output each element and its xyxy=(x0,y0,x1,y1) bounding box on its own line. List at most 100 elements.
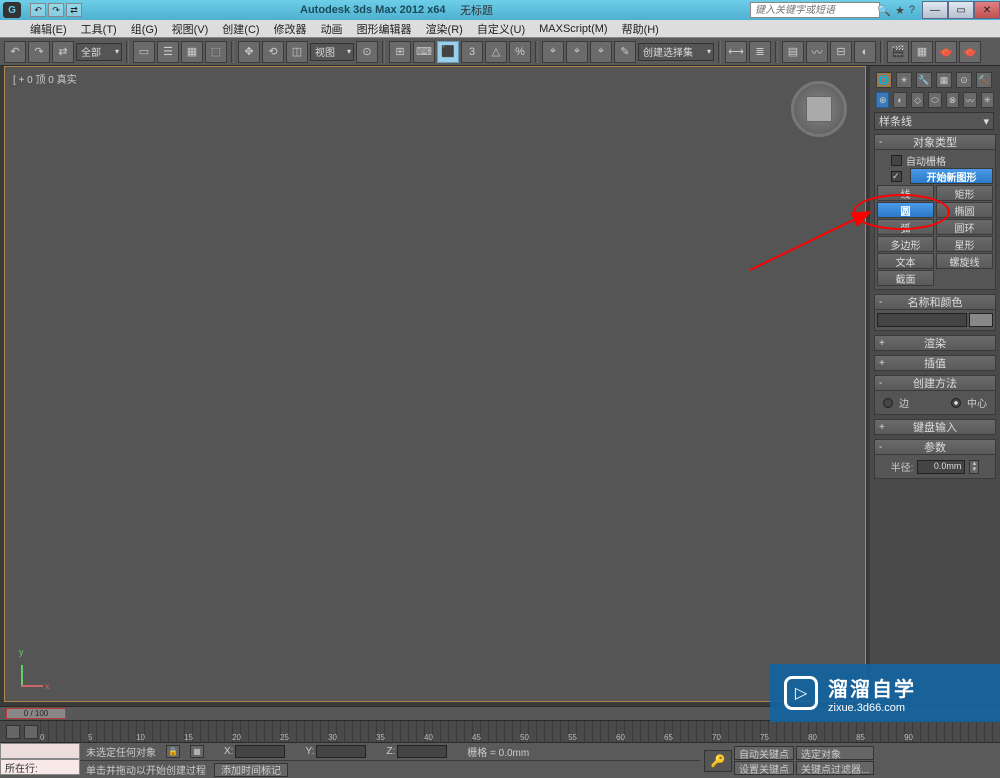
trackbar-icon2[interactable] xyxy=(24,725,38,739)
auto-key-button[interactable]: 自动关键点 xyxy=(734,746,794,760)
rollout-name-color[interactable]: -名称和颜色 xyxy=(874,294,996,310)
selset-filter[interactable]: 选定对象 xyxy=(796,746,874,760)
category-dropdown[interactable]: 样条线▾ xyxy=(874,112,994,130)
snap-25d-button[interactable]: ⌖ xyxy=(566,41,588,63)
window-crossing-button[interactable]: ⬚ xyxy=(205,41,227,63)
viewcube[interactable] xyxy=(791,81,847,137)
infocenter-icon[interactable]: 🔍 xyxy=(877,4,891,17)
line-button[interactable]: 线 xyxy=(877,185,934,201)
util-icon[interactable]: 🔨 xyxy=(976,72,992,88)
app-logo[interactable]: G xyxy=(3,2,21,18)
minimize-button[interactable]: — xyxy=(922,1,948,19)
rollout-params[interactable]: -参数 xyxy=(874,439,996,455)
percent-snap-button[interactable]: △ xyxy=(485,41,507,63)
motion-icon[interactable]: ⊙ xyxy=(956,72,972,88)
object-name-input[interactable] xyxy=(877,313,967,327)
menu-customize[interactable]: 自定义(U) xyxy=(477,21,525,37)
helix-button[interactable]: 螺旋线 xyxy=(936,253,993,269)
pivot-button[interactable]: ⊙ xyxy=(356,41,378,63)
menu-rendering[interactable]: 渲染(R) xyxy=(426,21,463,37)
render-frame-button[interactable]: ▦ xyxy=(911,41,933,63)
menu-edit[interactable]: 编辑(E) xyxy=(30,21,67,37)
ellipse-button[interactable]: 椭圆 xyxy=(936,202,993,218)
object-color-swatch[interactable] xyxy=(969,313,993,327)
help-icon[interactable]: ? xyxy=(909,4,915,17)
angle-snap-button[interactable]: 3 xyxy=(461,41,483,63)
qat-redo[interactable]: ↷ xyxy=(48,3,64,17)
menu-maxscript[interactable]: MAXScript(M) xyxy=(539,23,607,35)
layer-manager-button[interactable]: ▤ xyxy=(782,41,804,63)
schematic-button[interactable]: ⊟ xyxy=(830,41,852,63)
menu-tools[interactable]: 工具(T) xyxy=(81,21,117,37)
section-button[interactable]: 截面 xyxy=(877,270,934,286)
systems-tab-icon[interactable]: 〰 xyxy=(963,92,976,108)
curve-editor-button[interactable]: 〰 xyxy=(806,41,828,63)
menu-view[interactable]: 视图(V) xyxy=(172,21,209,37)
tool-icon[interactable]: 🔧 xyxy=(916,72,932,88)
close-button[interactable]: ✕ xyxy=(974,1,1000,19)
favorites-icon[interactable]: ★ xyxy=(895,4,905,17)
radius-input[interactable]: 0.0mm xyxy=(917,460,965,474)
z-coord-input[interactable] xyxy=(397,745,447,758)
center-radio[interactable] xyxy=(951,398,961,408)
select-region-button[interactable]: ▦ xyxy=(181,41,203,63)
viewport[interactable]: [ + 0 顶 0 真实 yx xyxy=(4,66,866,702)
select-button[interactable]: ▭ xyxy=(133,41,155,63)
iso-icon[interactable]: ▦ xyxy=(190,745,204,758)
refcoord-dropdown[interactable]: 视图 xyxy=(310,43,354,61)
rectangle-button[interactable]: 矩形 xyxy=(936,185,993,201)
layer-dropdown[interactable]: 全部 xyxy=(76,43,122,61)
rollout-object-type[interactable]: -对象类型 xyxy=(874,134,996,150)
redo-button[interactable]: ↷ xyxy=(28,41,50,63)
manip-button[interactable]: ⊞ xyxy=(389,41,411,63)
autogrid-checkbox[interactable] xyxy=(891,155,902,166)
link-button[interactable]: ⇄ xyxy=(52,41,74,63)
undo-button[interactable]: ↶ xyxy=(4,41,26,63)
start-new-shape-button[interactable]: 开始新图形 xyxy=(910,168,993,184)
radius-spinner[interactable]: ▴▾ xyxy=(969,460,979,474)
trackbar-icon[interactable] xyxy=(6,725,20,739)
maximize-button[interactable]: ▭ xyxy=(948,1,974,19)
modify-tab-icon[interactable]: ◐ xyxy=(893,92,906,108)
set-key-icon[interactable]: 🔑 xyxy=(704,750,732,772)
startnew-checkbox[interactable] xyxy=(891,171,902,182)
viewport-label[interactable]: [ + 0 顶 0 真实 xyxy=(13,71,77,86)
x-coord-input[interactable] xyxy=(235,745,285,758)
keymode-button[interactable]: ⌨ xyxy=(413,41,435,63)
world-icon[interactable]: 🌐 xyxy=(876,72,892,88)
time-slider-handle[interactable]: 0 / 100 xyxy=(6,708,66,719)
move-button[interactable]: ✥ xyxy=(238,41,260,63)
set-key-button[interactable]: 设置关键点 xyxy=(734,761,794,775)
edge-radio[interactable] xyxy=(883,398,893,408)
menu-modifiers[interactable]: 修改器 xyxy=(274,21,307,37)
text-button[interactable]: 文本 xyxy=(877,253,934,269)
lights-tab-icon[interactable]: ⊗ xyxy=(946,92,959,108)
shapes-tab-icon[interactable]: ⬭ xyxy=(928,92,941,108)
key-filter-button[interactable]: 关键点过滤器... xyxy=(796,761,874,775)
qat-link[interactable]: ⇄ xyxy=(66,3,82,17)
menu-create[interactable]: 创建(C) xyxy=(222,21,259,37)
scale-button[interactable]: ◫ xyxy=(286,41,308,63)
rollout-create-method[interactable]: -创建方法 xyxy=(874,375,996,391)
search-input[interactable] xyxy=(750,2,880,18)
snap-toggle-button[interactable]: ⬛ xyxy=(437,41,459,63)
rollout-kb-entry[interactable]: +键盘输入 xyxy=(874,419,996,435)
material-editor-button[interactable]: ◐ xyxy=(854,41,876,63)
y-coord-input[interactable] xyxy=(316,745,366,758)
add-time-tag-button[interactable]: 添加时间标记 xyxy=(214,763,288,777)
track-bar[interactable]: 0 5 10 15 20 25 30 35 40 45 50 55 60 65 … xyxy=(0,720,1000,742)
rollout-render[interactable]: +渲染 xyxy=(874,335,996,351)
align-button[interactable]: ≣ xyxy=(749,41,771,63)
ngon-button[interactable]: 多边形 xyxy=(877,236,934,252)
menu-help[interactable]: 帮助(H) xyxy=(622,21,659,37)
display-icon[interactable]: ▦ xyxy=(936,72,952,88)
arc-button[interactable]: 弧 xyxy=(877,219,934,235)
snap-2d-button[interactable]: ⌖ xyxy=(542,41,564,63)
mirror-button[interactable]: ⟷ xyxy=(725,41,747,63)
circle-button[interactable]: 圆 xyxy=(877,202,934,218)
track-ruler[interactable]: 0 5 10 15 20 25 30 35 40 45 50 55 60 65 … xyxy=(40,721,1000,742)
lock-icon[interactable]: 🔒 xyxy=(166,745,180,758)
render-prod-button[interactable]: 🫖 xyxy=(959,41,981,63)
render-setup-button[interactable]: 🎬 xyxy=(887,41,909,63)
create-tab-icon[interactable]: ⊕ xyxy=(876,92,889,108)
